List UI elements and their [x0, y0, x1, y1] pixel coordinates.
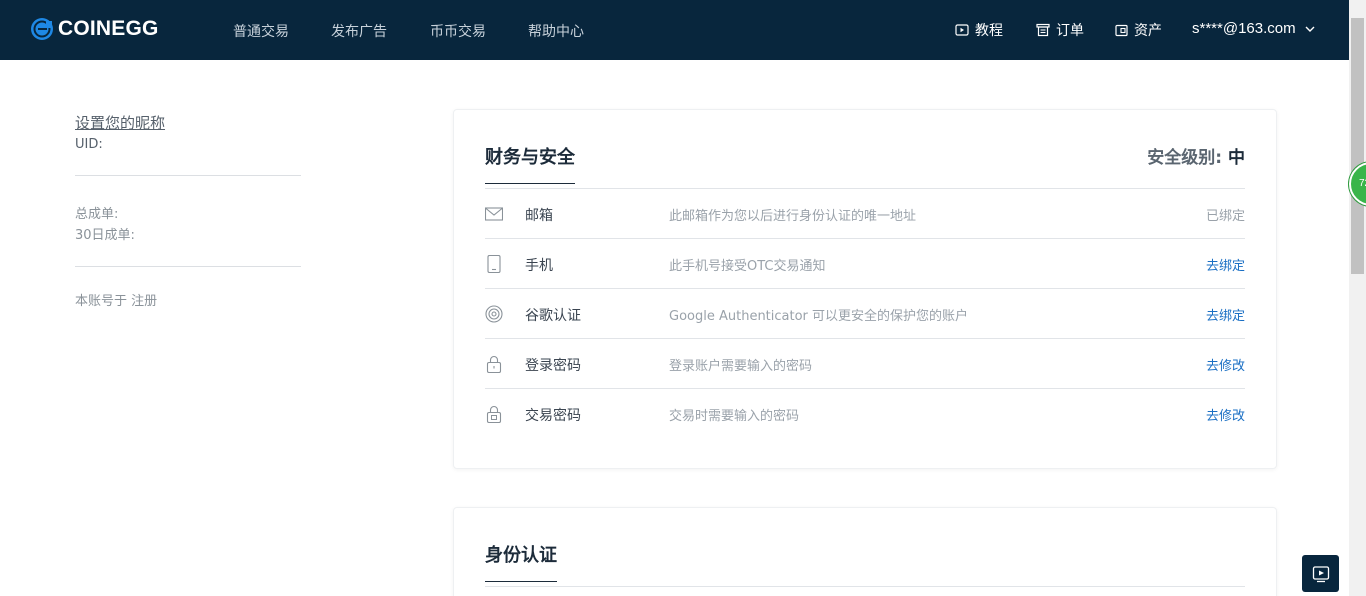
- security-row-trade-password: 交易密码 交易时需要输入的密码 去修改: [485, 389, 1245, 439]
- set-nickname-link[interactable]: 设置您的昵称: [75, 112, 165, 133]
- security-row-name: 登录密码: [525, 358, 581, 374]
- uid-label: UID:: [75, 137, 103, 152]
- security-row-desc: 登录账户需要输入的密码: [669, 359, 813, 374]
- user-email: s****@163.com: [1192, 20, 1296, 37]
- mail-icon: [485, 207, 503, 221]
- tutorial-label: 教程: [975, 23, 1003, 39]
- nav-item-regular-trade[interactable]: 普通交易: [233, 21, 289, 41]
- card-divider: [485, 586, 1245, 587]
- modify-login-password-link[interactable]: 去修改: [1206, 355, 1245, 374]
- profile-divider: [75, 266, 301, 267]
- orders-30d-label: 30日成单:: [75, 228, 135, 243]
- top-navbar: COINEGG 普通交易 发布广告 币币交易 帮助中心 教程 订单 资产 s**…: [0, 0, 1349, 60]
- security-row-email: 邮箱 此邮箱作为您以后进行身份认证的唯一地址 已绑定: [485, 189, 1245, 239]
- phone-icon: [487, 255, 501, 273]
- brand-logo[interactable]: COINEGG: [30, 17, 159, 41]
- identity-card: 身份认证: [453, 507, 1277, 596]
- identity-card-title: 身份认证: [485, 545, 557, 566]
- assets-link[interactable]: 资产: [1115, 20, 1162, 40]
- security-row-google-auth: 谷歌认证 Google Authenticator 可以更安全的保护您的账户 去…: [485, 289, 1245, 339]
- modify-trade-password-link[interactable]: 去修改: [1206, 405, 1245, 424]
- tutorial-link[interactable]: 教程: [955, 20, 1003, 40]
- nav-item-help-center[interactable]: 帮助中心: [528, 21, 584, 41]
- video-help-button[interactable]: [1302, 555, 1339, 592]
- scrollbar-thumb[interactable]: [1351, 18, 1364, 274]
- page-scrollbar[interactable]: [1349, 0, 1366, 596]
- security-level-value: 中: [1228, 148, 1245, 168]
- orders-label: 订单: [1056, 23, 1084, 39]
- user-account-menu[interactable]: s****@163.com: [1192, 20, 1315, 37]
- bind-phone-link[interactable]: 去绑定: [1206, 255, 1245, 274]
- profile-divider: [75, 175, 301, 176]
- nav-item-coin-trade[interactable]: 币币交易: [430, 21, 486, 41]
- security-row-desc: 交易时需要输入的密码: [669, 409, 800, 424]
- email-bound-status: 已绑定: [1205, 209, 1245, 224]
- security-row-desc: 此手机号接受OTC交易通知: [669, 259, 826, 274]
- wallet-icon: [1115, 24, 1128, 36]
- registered-info: 本账号于 注册: [75, 294, 158, 309]
- security-row-name: 邮箱: [525, 208, 553, 224]
- coinegg-logo-icon: [31, 18, 53, 40]
- lock-icon: [486, 355, 502, 373]
- total-orders-label: 总成单:: [75, 207, 119, 222]
- security-card-title: 财务与安全: [485, 147, 575, 168]
- security-card: 财务与安全 安全级别: 中 邮箱 此邮箱作为您以后进行身份认证的唯一地址 已绑定…: [453, 109, 1277, 469]
- brand-name: COINEGG: [58, 17, 159, 40]
- security-row-name: 谷歌认证: [525, 308, 581, 324]
- nav-item-post-ad[interactable]: 发布广告: [331, 21, 387, 41]
- security-row-name: 交易密码: [525, 408, 581, 424]
- assets-label: 资产: [1134, 23, 1162, 39]
- google-auth-icon: [485, 305, 503, 323]
- security-level: 安全级别: 中: [1147, 143, 1245, 168]
- video-play-icon: [1312, 565, 1329, 582]
- security-row-desc: 此邮箱作为您以后进行身份认证的唯一地址: [669, 209, 917, 224]
- security-row-name: 手机: [525, 258, 553, 274]
- security-level-label: 安全级别:: [1147, 148, 1223, 168]
- title-underline: [485, 183, 575, 184]
- orders-link[interactable]: 订单: [1036, 20, 1084, 40]
- security-row-login-password: 登录密码 登录账户需要输入的密码 去修改: [485, 339, 1245, 389]
- security-row-phone: 手机 此手机号接受OTC交易通知 去绑定: [485, 239, 1245, 289]
- orders-icon: [1036, 23, 1050, 37]
- trade-lock-icon: [486, 405, 502, 423]
- chevron-down-icon: [1305, 26, 1315, 32]
- tutorial-icon: [955, 24, 969, 36]
- title-underline: [485, 581, 557, 582]
- security-row-desc: Google Authenticator 可以更安全的保护您的账户: [669, 309, 969, 324]
- bind-google-auth-link[interactable]: 去绑定: [1206, 305, 1245, 324]
